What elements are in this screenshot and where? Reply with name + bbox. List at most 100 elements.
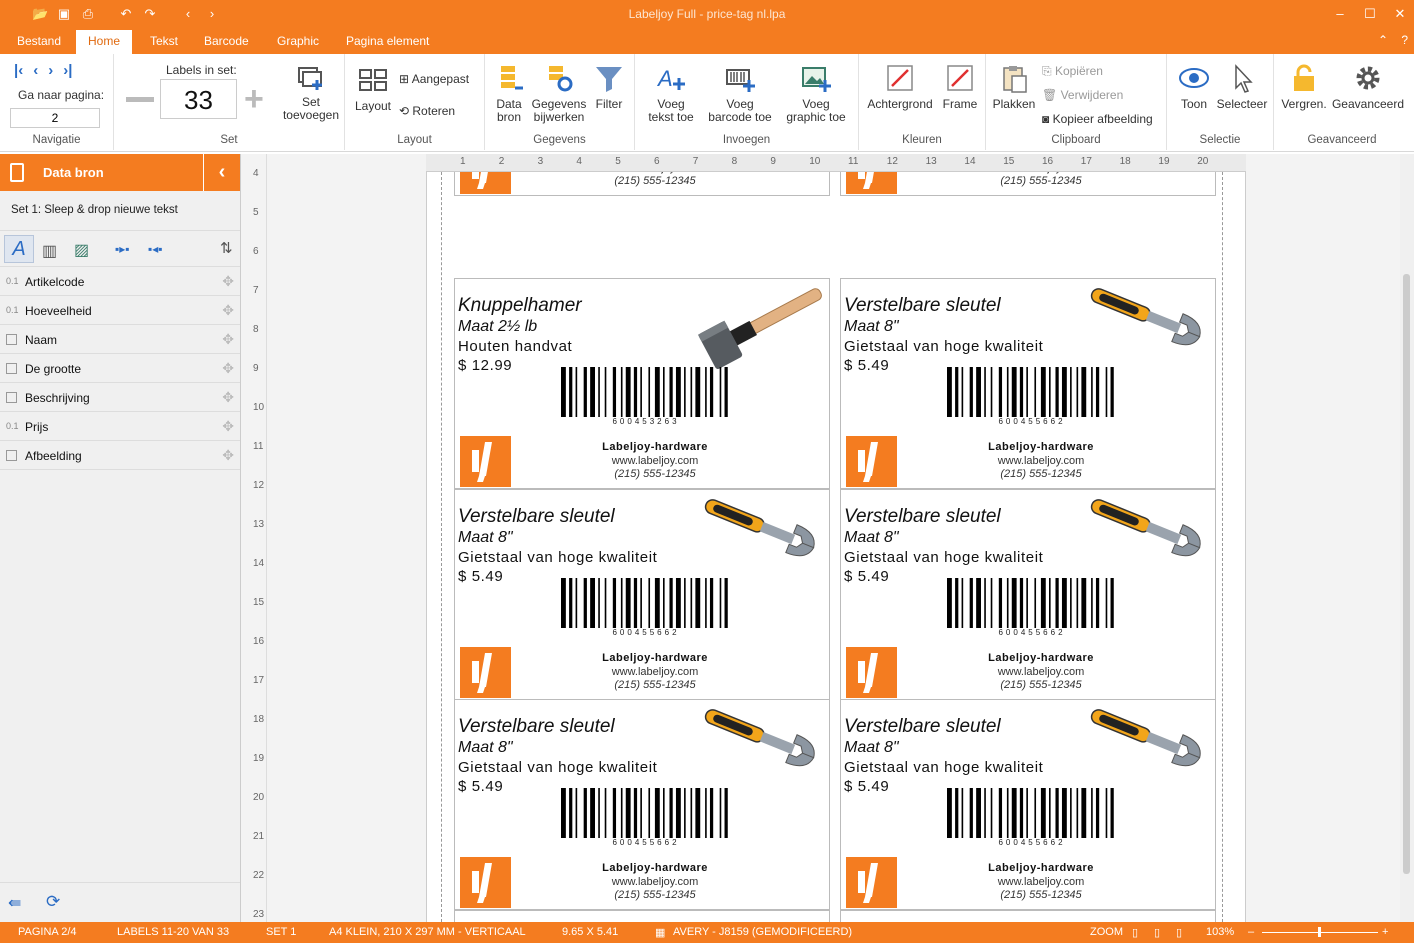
- company-phone: (215) 555-12345: [614, 679, 696, 691]
- list-item[interactable]: 0.1 Hoeveelheid ✥: [0, 296, 240, 325]
- collapse-ribbon-icon[interactable]: ⌃: [1378, 33, 1388, 47]
- voeg-tekst-button[interactable]: A Voeg tekst toe: [639, 64, 703, 124]
- scroll-thumb[interactable]: [1403, 274, 1410, 874]
- zoom-slider-thumb[interactable]: [1318, 927, 1321, 937]
- data-bron-button[interactable]: Data bron: [491, 64, 527, 124]
- sort-icon[interactable]: ⇅: [220, 239, 233, 257]
- price-label[interactable]: Verstelbare sleutelMaat 8"Gietstaal van …: [454, 699, 830, 910]
- minimize-icon[interactable]: –: [1332, 6, 1348, 22]
- price-label[interactable]: [840, 910, 1216, 922]
- help-icon[interactable]: ?: [1401, 33, 1408, 47]
- kopieren-button[interactable]: ⎘ Kopiëren: [1042, 64, 1103, 79]
- achtergrond-button[interactable]: Achtergrond: [865, 64, 935, 111]
- ruler-tick-label: 3: [537, 156, 544, 167]
- next-page-icon[interactable]: ›: [48, 62, 53, 79]
- goto-page-input[interactable]: [10, 108, 100, 128]
- zoom-fit-icon[interactable]: ▯: [1176, 926, 1182, 939]
- move-icon[interactable]: ✥: [222, 273, 234, 290]
- ruler-tick-label: 17: [1080, 156, 1092, 167]
- tab-barcode[interactable]: Barcode: [204, 34, 249, 48]
- filter-button[interactable]: Filter: [589, 64, 629, 111]
- status-dims: 9.65 X 5.41: [562, 926, 619, 938]
- collapse-panel-icon[interactable]: ‹: [203, 154, 240, 191]
- move-icon[interactable]: ✥: [222, 389, 234, 406]
- selecteer-button[interactable]: Selecteer: [1215, 64, 1269, 111]
- company-name: Labeljoy-hardware: [988, 862, 1094, 874]
- group-layout: Layout ⊞ Aangepast ⟲ Roteren Layout: [345, 54, 485, 150]
- gegevens-bijwerken-button[interactable]: Gegevens bijwerken: [531, 64, 587, 124]
- zoom-width-icon[interactable]: ▯: [1154, 926, 1160, 939]
- vergrendelen-button[interactable]: Vergren.: [1278, 64, 1330, 111]
- move-icon[interactable]: ✥: [222, 360, 234, 377]
- zoom-out-icon[interactable]: –: [1248, 926, 1254, 938]
- tab-tekst[interactable]: Tekst: [150, 34, 178, 48]
- price-label[interactable]: KnuppelhamerMaat 2½ lbHouten handvat$ 12…: [454, 172, 830, 196]
- roteren-button[interactable]: ⟲ Roteren: [399, 104, 455, 118]
- first-page-icon[interactable]: |‹: [14, 62, 23, 79]
- frame-button[interactable]: Frame: [939, 64, 981, 111]
- frame-label: Frame: [942, 97, 978, 111]
- tab-graphic[interactable]: Graphic: [277, 34, 319, 48]
- product-description: Gietstaal van hoge kwaliteit: [844, 759, 1044, 776]
- price-label[interactable]: [454, 910, 830, 922]
- add-barcode-field-icon[interactable]: ▥: [42, 241, 57, 261]
- set-toevoegen-button[interactable]: Set toevoegen: [280, 62, 342, 122]
- vertical-scrollbar[interactable]: [1400, 154, 1414, 922]
- toon-button[interactable]: Toon: [1173, 64, 1215, 111]
- add-text-field-icon[interactable]: A: [4, 235, 34, 263]
- zoom-in-icon[interactable]: +: [1382, 926, 1388, 938]
- ruler-tick-label: 18: [1119, 156, 1131, 167]
- price-label[interactable]: Verstelbare sleutelMaat 8"Gietstaal van …: [840, 278, 1216, 489]
- layout-button[interactable]: Layout: [351, 66, 395, 113]
- price-label[interactable]: KnuppelhamerMaat 2½ lbHouten handvat$ 12…: [454, 278, 830, 489]
- tab-home[interactable]: Home: [76, 30, 133, 54]
- move-icon[interactable]: ✥: [222, 302, 234, 319]
- list-item[interactable]: Afbeelding ✥: [0, 441, 240, 470]
- list-item[interactable]: Beschrijving ✥: [0, 383, 240, 412]
- kopieer-afbeelding-button[interactable]: ◙ Kopieer afbeelding: [1042, 112, 1153, 126]
- sync-icon[interactable]: ⟳: [46, 892, 60, 912]
- connect-icon[interactable]: ⇚: [8, 893, 21, 913]
- maximize-icon[interactable]: ☐: [1362, 6, 1378, 22]
- group-label: Navigatie: [32, 134, 81, 146]
- plakken-button[interactable]: Plakken: [990, 64, 1038, 111]
- move-icon[interactable]: ✥: [222, 447, 234, 464]
- product-price: $ 12.99: [458, 357, 513, 374]
- minus-icon[interactable]: [126, 97, 154, 102]
- labels-in-set-value[interactable]: 33: [160, 79, 237, 119]
- price-label[interactable]: Verstelbare sleutelMaat 8"Gietstaal van …: [840, 699, 1216, 910]
- list-item[interactable]: Naam ✥: [0, 325, 240, 354]
- zoom-value: 103%: [1206, 926, 1235, 938]
- plus-icon[interactable]: +: [244, 82, 264, 116]
- price-label[interactable]: Verstelbare sleutelMaat 8"Gietstaal van …: [454, 489, 830, 700]
- filter-icon: [596, 67, 622, 92]
- voeg-graphic-label: Voeg graphic toe: [786, 97, 846, 124]
- product-price: $ 5.49: [458, 568, 504, 585]
- company-website: www.labeljoy.com: [611, 876, 699, 888]
- price-label[interactable]: Verstelbare sleutelMaat 8"Gietstaal van …: [840, 489, 1216, 700]
- list-item[interactable]: 0.1 Prijs ✥: [0, 412, 240, 441]
- close-icon[interactable]: ✕: [1392, 6, 1408, 22]
- geavanceerd-button[interactable]: Geavanceerd: [1330, 64, 1406, 111]
- aangepast-button[interactable]: ⊞ Aangepast: [399, 72, 469, 86]
- rotate-icon: ⟲: [399, 104, 413, 118]
- prev-page-icon[interactable]: ‹: [33, 62, 38, 79]
- tab-bestand[interactable]: Bestand: [17, 34, 61, 48]
- verwijderen-button[interactable]: 🗑 Verwijderen: [1042, 88, 1123, 102]
- price-label[interactable]: Verstelbare sleutelMaat 8"Gietstaal van …: [840, 172, 1216, 196]
- add-image-field-icon[interactable]: ▨: [74, 240, 89, 260]
- move-icon[interactable]: ✥: [222, 331, 234, 348]
- list-item[interactable]: 0.1 Artikelcode ✥: [0, 267, 240, 296]
- list-item[interactable]: De grootte ✥: [0, 354, 240, 383]
- company-website: www.labeljoy.com: [611, 666, 699, 678]
- numeric-type-icon: 0.1: [6, 421, 19, 431]
- voeg-graphic-button[interactable]: Voeg graphic toe: [779, 64, 853, 124]
- tab-pagina-element[interactable]: Pagina element: [346, 34, 429, 48]
- contract-icon[interactable]: ▪◂▪: [148, 242, 163, 256]
- last-page-icon[interactable]: ›|: [63, 62, 72, 79]
- voeg-barcode-button[interactable]: Voeg barcode toe: [703, 64, 777, 124]
- expand-icon[interactable]: ▪▸▪: [115, 242, 130, 256]
- move-icon[interactable]: ✥: [222, 418, 234, 435]
- ruler-tick-label: 12: [253, 480, 265, 491]
- zoom-page-icon[interactable]: ▯: [1132, 926, 1138, 939]
